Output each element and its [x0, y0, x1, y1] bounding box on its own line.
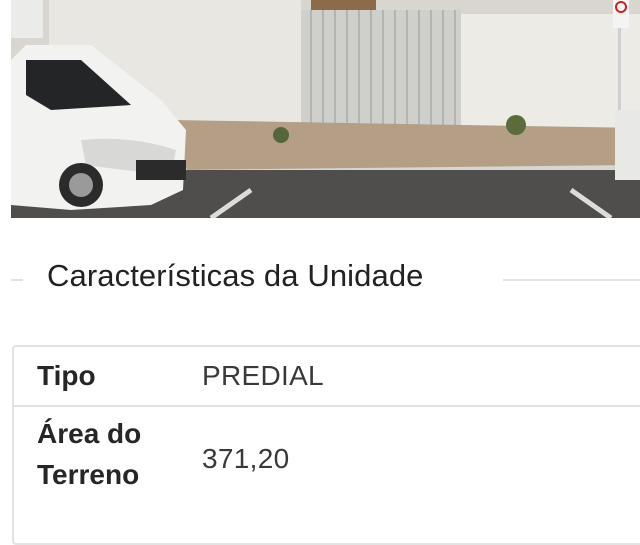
property-photo[interactable]: [11, 0, 640, 218]
row-value-tipo: PREDIAL: [202, 360, 324, 391]
row-label-tipo: Tipo: [37, 360, 96, 391]
section-divider-right: [503, 279, 640, 281]
row-label-area-terreno: Área do Terreno: [37, 418, 142, 490]
section-title: Características da Unidade: [47, 258, 424, 293]
unit-details-table: Tipo PREDIAL Área do Terreno 371,20: [12, 345, 640, 545]
row-value-area-terreno: 371,20: [202, 443, 290, 474]
table-row-divider: [14, 405, 640, 407]
section-divider-left: [11, 279, 23, 281]
photo-margin: [0, 0, 11, 218]
